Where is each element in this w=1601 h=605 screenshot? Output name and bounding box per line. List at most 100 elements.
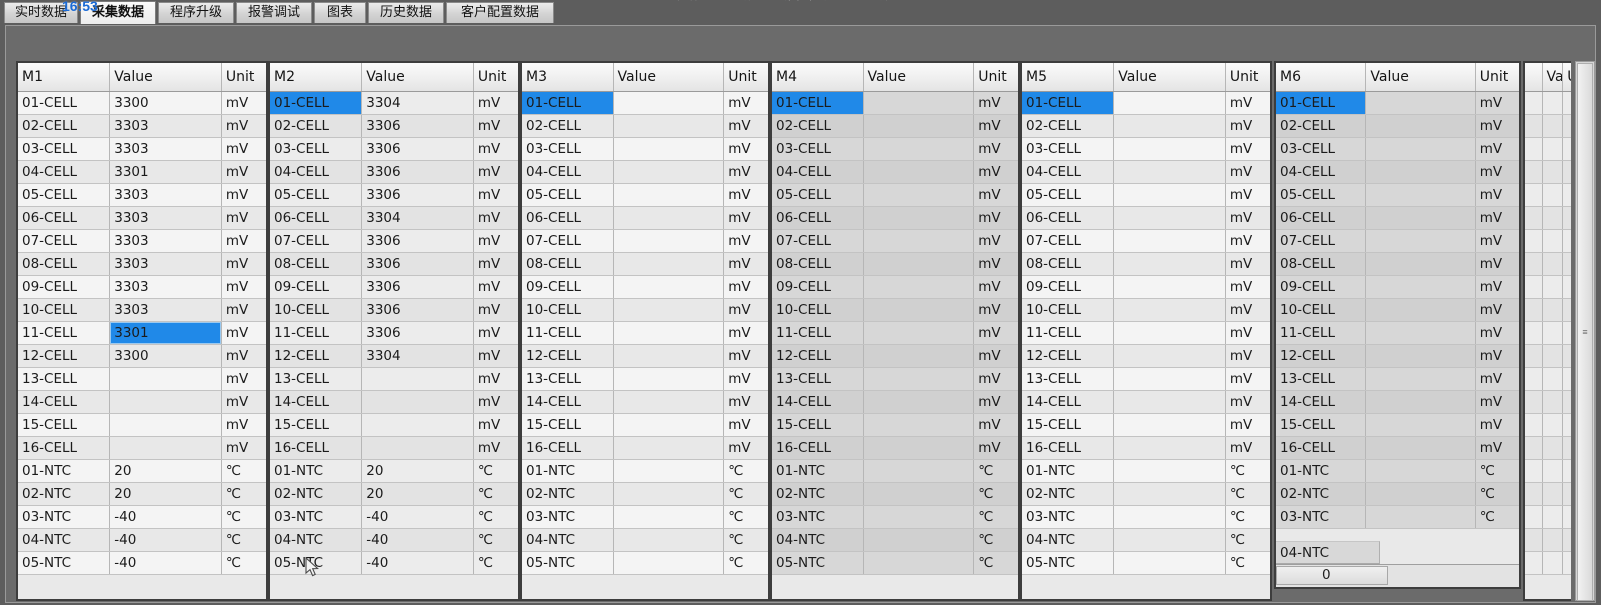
cell-value[interactable]: [613, 528, 725, 552]
cell-channel-name[interactable]: 12-CELL: [1022, 344, 1115, 368]
cell-value[interactable]: [613, 344, 725, 368]
table-row[interactable]: 10-CELL mV: [772, 298, 1018, 322]
cell-value[interactable]: 20: [109, 482, 222, 506]
cell-channel-name[interactable]: 08-CELL: [1022, 252, 1115, 276]
table-row[interactable]: 01-NTC ℃: [772, 459, 1018, 483]
table-row[interactable]: 08-CELL mV: [772, 252, 1018, 276]
cell-channel-name[interactable]: 14-CELL: [270, 390, 363, 414]
cell-channel-name[interactable]: [1525, 114, 1543, 138]
cell-channel-name[interactable]: [1525, 482, 1543, 506]
cell-value[interactable]: [109, 413, 222, 437]
cell-value[interactable]: [1365, 413, 1476, 437]
column-header-unit[interactable]: Unit: [473, 63, 518, 92]
table-row[interactable]: 14-CELL mV: [522, 390, 768, 414]
table-row[interactable]: 16-CELL mV: [772, 436, 1018, 460]
cell-value[interactable]: [361, 390, 474, 414]
column-header-module[interactable]: M5: [1022, 63, 1115, 92]
cell-value[interactable]: 3306: [361, 183, 474, 207]
cell-channel-name[interactable]: 10-CELL: [270, 298, 363, 322]
table-row[interactable]: 01-NTC ℃: [1276, 459, 1519, 483]
cell-channel-name[interactable]: 02-CELL: [522, 114, 614, 138]
cell-value[interactable]: [1542, 413, 1564, 437]
table-row[interactable]: 03-NTC ℃: [772, 505, 1018, 529]
table-row[interactable]: 11-CELL mV: [1022, 321, 1270, 345]
cell-channel-name[interactable]: 12-CELL: [772, 344, 864, 368]
cell-channel-name[interactable]: 03-CELL: [1276, 137, 1367, 161]
column-header-value[interactable]: Value: [109, 63, 222, 92]
table-row[interactable]: 04-NTC -40 ℃: [18, 528, 266, 552]
cell-value[interactable]: [1542, 459, 1564, 483]
cell-channel-name[interactable]: 13-CELL: [1022, 367, 1115, 391]
cell-channel-name[interactable]: 04-CELL: [270, 160, 363, 184]
cell-value[interactable]: [109, 367, 222, 391]
table-row[interactable]: 01-CELL 3304 mV: [270, 91, 518, 115]
table-row[interactable]: 09-CELL 3303 mV: [18, 275, 266, 299]
cell-channel-name[interactable]: 02-NTC: [772, 482, 864, 506]
cell-value[interactable]: [1542, 137, 1564, 161]
cell-channel-name[interactable]: 05-CELL: [1022, 183, 1115, 207]
cell-value[interactable]: [863, 551, 975, 575]
cell-channel-name[interactable]: 10-CELL: [522, 298, 614, 322]
column-header-unit[interactable]: Unit: [1475, 63, 1519, 92]
table-row[interactable]: 15-CELL mV: [270, 413, 518, 437]
table-row[interactable]: 12-CELL 3304 mV: [270, 344, 518, 368]
table-row[interactable]: 15-CELL mV: [522, 413, 768, 437]
table-row[interactable]: 02-NTC 20 ℃: [270, 482, 518, 506]
table-row[interactable]: 15-CELL mV: [1022, 413, 1270, 437]
table-row[interactable]: 16-CELL mV: [522, 436, 768, 460]
cell-value[interactable]: [1113, 551, 1226, 575]
cell-channel-name[interactable]: [1525, 367, 1543, 391]
cell-partial-channel-name[interactable]: 04-NTC: [1276, 541, 1380, 564]
cell-value[interactable]: 3303: [109, 114, 222, 138]
table-row[interactable]: 04-CELL mV: [1022, 160, 1270, 184]
cell-value[interactable]: [863, 482, 975, 506]
cell-value[interactable]: 3306: [361, 252, 474, 276]
table-row[interactable]: 05-NTC ℃: [1022, 551, 1270, 575]
table-row[interactable]: [1525, 551, 1571, 575]
column-header-module[interactable]: M2: [270, 63, 363, 92]
table-row[interactable]: 14-CELL mV: [270, 390, 518, 414]
column-header-value[interactable]: Value: [1113, 63, 1226, 92]
table-row[interactable]: 05-NTC ℃: [522, 551, 768, 575]
table-row[interactable]: [1525, 344, 1571, 368]
cell-channel-name[interactable]: 03-CELL: [1022, 137, 1115, 161]
cell-channel-name[interactable]: 05-NTC: [522, 551, 614, 575]
cell-channel-name[interactable]: 09-CELL: [522, 275, 614, 299]
table-row[interactable]: [1525, 252, 1571, 276]
cell-channel-name[interactable]: [1525, 321, 1543, 345]
table-row[interactable]: 01-CELL mV: [522, 91, 768, 115]
table-row[interactable]: [1525, 91, 1571, 115]
table-row[interactable]: 01-NTC 20 ℃: [18, 459, 266, 483]
cell-value[interactable]: [613, 183, 725, 207]
cell-value[interactable]: [1113, 160, 1226, 184]
table-row[interactable]: 12-CELL mV: [1276, 344, 1519, 368]
cell-channel-name[interactable]: 07-CELL: [1276, 229, 1367, 253]
cell-value[interactable]: [863, 413, 975, 437]
cell-value[interactable]: [863, 91, 975, 115]
cell-channel-name[interactable]: 05-CELL: [1276, 183, 1367, 207]
cell-channel-name[interactable]: 01-CELL: [522, 91, 614, 115]
table-row[interactable]: 02-CELL mV: [522, 114, 768, 138]
cell-value[interactable]: [863, 367, 975, 391]
cell-value[interactable]: [1542, 275, 1564, 299]
cell-channel-name[interactable]: 05-NTC: [18, 551, 111, 575]
column-header-module[interactable]: M3: [522, 63, 614, 92]
table-row[interactable]: 03-CELL 3306 mV: [270, 137, 518, 161]
cell-value[interactable]: [863, 505, 975, 529]
cell-value[interactable]: [863, 252, 975, 276]
cell-value[interactable]: [613, 275, 725, 299]
cell-channel-name[interactable]: 04-CELL: [772, 160, 864, 184]
table-row[interactable]: 13-CELL mV: [522, 367, 768, 391]
cell-value[interactable]: [1365, 206, 1476, 230]
cell-channel-name[interactable]: 11-CELL: [772, 321, 864, 345]
cell-value[interactable]: [613, 229, 725, 253]
table-row[interactable]: 02-NTC ℃: [522, 482, 768, 506]
cell-value[interactable]: [1542, 91, 1564, 115]
cell-channel-name[interactable]: 01-CELL: [1022, 91, 1115, 115]
table-row[interactable]: 05-CELL mV: [772, 183, 1018, 207]
cell-channel-name[interactable]: 04-NTC: [522, 528, 614, 552]
cell-channel-name[interactable]: 02-CELL: [772, 114, 864, 138]
cell-value[interactable]: [1542, 229, 1564, 253]
cell-channel-name[interactable]: 04-CELL: [522, 160, 614, 184]
table-row[interactable]: 05-NTC -40 ℃: [18, 551, 266, 575]
